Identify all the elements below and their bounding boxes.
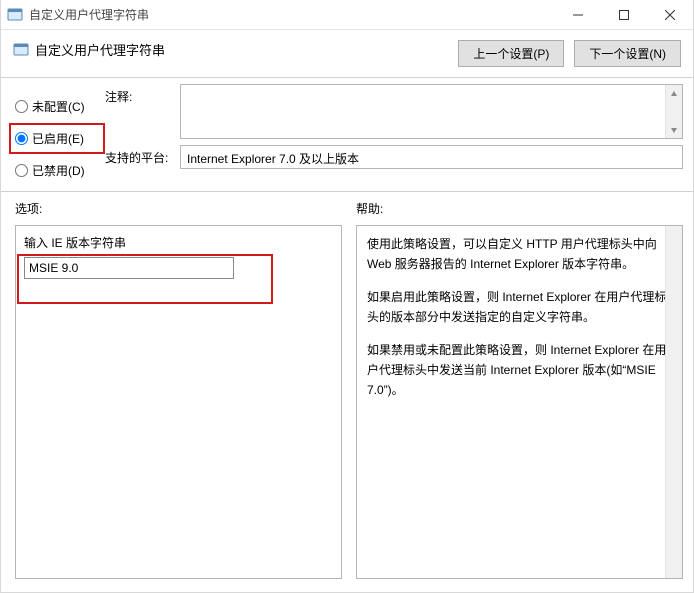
comment-textarea[interactable] [180, 84, 683, 139]
lower-section: 选项: 输入 IE 版本字符串 帮助: 使用此策略设置，可以自定义 HTTP 用… [1, 192, 693, 579]
radio-enabled-input[interactable] [15, 132, 28, 145]
help-paragraph: 如果启用此策略设置，则 Internet Explorer 在用户代理标头的版本… [367, 287, 672, 328]
help-scrollbar[interactable] [665, 226, 682, 578]
radio-disabled[interactable]: 已禁用(D) [15, 162, 105, 179]
ua-input-label: 输入 IE 版本字符串 [24, 234, 333, 251]
radio-not-configured-label: 未配置(C) [32, 98, 85, 115]
app-icon [7, 7, 23, 23]
radio-enabled[interactable]: 已启用(E) [9, 123, 105, 154]
previous-setting-button[interactable]: 上一个设置(P) [458, 40, 564, 67]
radio-disabled-input[interactable] [15, 164, 28, 177]
comment-label: 注释: [105, 84, 180, 139]
help-paragraph: 使用此策略设置，可以自定义 HTTP 用户代理标头中向 Web 服务器报告的 I… [367, 234, 672, 275]
config-section: 未配置(C) 已启用(E) 已禁用(D) 注释: 支持的平台: Internet… [1, 78, 693, 192]
page-header: 自定义用户代理字符串 上一个设置(P) 下一个设置(N) [1, 30, 693, 78]
platform-value: Internet Explorer 7.0 及以上版本 [180, 145, 683, 169]
maximize-button[interactable] [601, 0, 647, 29]
radio-disabled-label: 已禁用(D) [32, 162, 85, 179]
scroll-down-icon[interactable] [666, 121, 682, 138]
title-bar: 自定义用户代理字符串 [1, 0, 693, 30]
options-column: 选项: 输入 IE 版本字符串 [15, 200, 342, 579]
radio-not-configured[interactable]: 未配置(C) [15, 98, 105, 115]
options-section-label: 选项: [15, 200, 342, 217]
page-title: 自定义用户代理字符串 [35, 40, 165, 59]
comment-scrollbar[interactable] [665, 85, 682, 138]
next-setting-button[interactable]: 下一个设置(N) [574, 40, 681, 67]
window-controls [555, 0, 693, 29]
help-panel: 使用此策略设置，可以自定义 HTTP 用户代理标头中向 Web 服务器报告的 I… [356, 225, 683, 579]
page-icon [13, 42, 29, 58]
close-button[interactable] [647, 0, 693, 29]
help-paragraph: 如果禁用或未配置此策略设置，则 Internet Explorer 在用户代理标… [367, 340, 672, 401]
platform-label: 支持的平台: [105, 145, 180, 169]
help-column: 帮助: 使用此策略设置，可以自定义 HTTP 用户代理标头中向 Web 服务器报… [356, 200, 683, 579]
radio-not-configured-input[interactable] [15, 100, 28, 113]
window-title: 自定义用户代理字符串 [29, 6, 555, 23]
help-section-label: 帮助: [356, 200, 683, 217]
options-panel: 输入 IE 版本字符串 [15, 225, 342, 579]
ua-version-input[interactable] [24, 257, 234, 279]
state-radio-group: 未配置(C) 已启用(E) 已禁用(D) [15, 84, 105, 187]
minimize-button[interactable] [555, 0, 601, 29]
scroll-up-icon[interactable] [666, 85, 682, 102]
radio-enabled-label: 已启用(E) [32, 130, 84, 147]
